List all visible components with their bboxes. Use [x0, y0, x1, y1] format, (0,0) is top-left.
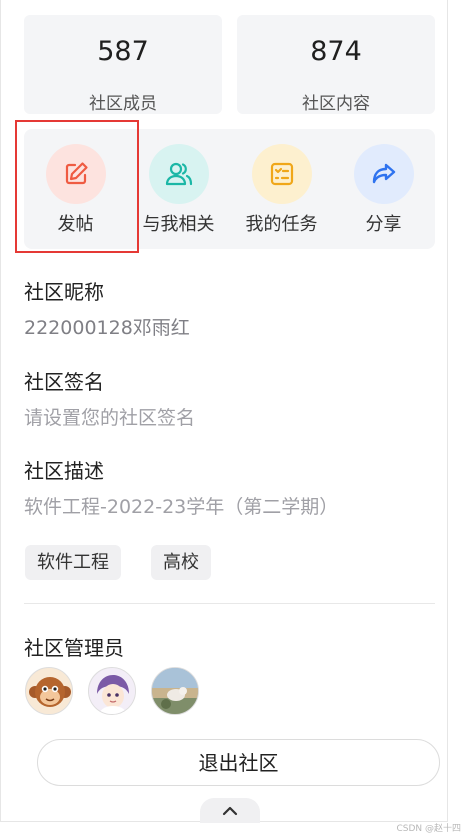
stat-members-label: 社区成员 — [89, 94, 157, 114]
chevron-up-icon — [222, 801, 238, 820]
tag-software-engineering[interactable]: 软件工程 — [25, 545, 121, 580]
watermark: CSDN @赵十四 — [396, 824, 461, 834]
stat-card-content[interactable]: 874 社区内容 — [237, 15, 435, 114]
stat-content-value: 874 — [310, 36, 362, 67]
stat-card-members[interactable]: 587 社区成员 — [24, 15, 222, 114]
share-button[interactable]: 分享 — [332, 129, 435, 249]
stat-members-value: 587 — [97, 36, 149, 67]
exit-community-button[interactable]: 退出社区 — [37, 739, 440, 786]
section-divider — [24, 603, 435, 604]
admin-avatar-anime-girl[interactable] — [88, 667, 136, 715]
share-label: 分享 — [365, 214, 402, 235]
panel-border-right — [447, 0, 448, 822]
nickname-label: 社区昵称 — [24, 280, 104, 304]
description-value: 软件工程-2022-23学年（第二学期） — [24, 496, 339, 518]
collapse-button[interactable] — [200, 798, 260, 823]
highlight-annotation-box — [15, 120, 139, 253]
admins-label: 社区管理员 — [24, 636, 124, 660]
related-to-me-button[interactable]: 与我相关 — [127, 129, 230, 249]
my-tasks-button[interactable]: 我的任务 — [230, 129, 333, 249]
share-icon — [353, 144, 414, 204]
admin-avatar-monkey[interactable] — [25, 667, 73, 715]
signature-input[interactable]: 请设置您的社区签名 — [24, 403, 195, 430]
users-icon — [148, 144, 209, 204]
nickname-value: 222000128邓雨红 — [24, 317, 190, 339]
stat-content-label: 社区内容 — [302, 94, 370, 114]
task-list-icon — [251, 144, 312, 204]
signature-label: 社区签名 — [24, 370, 104, 394]
tag-university[interactable]: 高校 — [151, 545, 211, 580]
admin-avatar-photo[interactable] — [151, 667, 199, 715]
description-label: 社区描述 — [24, 459, 104, 483]
panel-border-left — [0, 0, 1, 822]
